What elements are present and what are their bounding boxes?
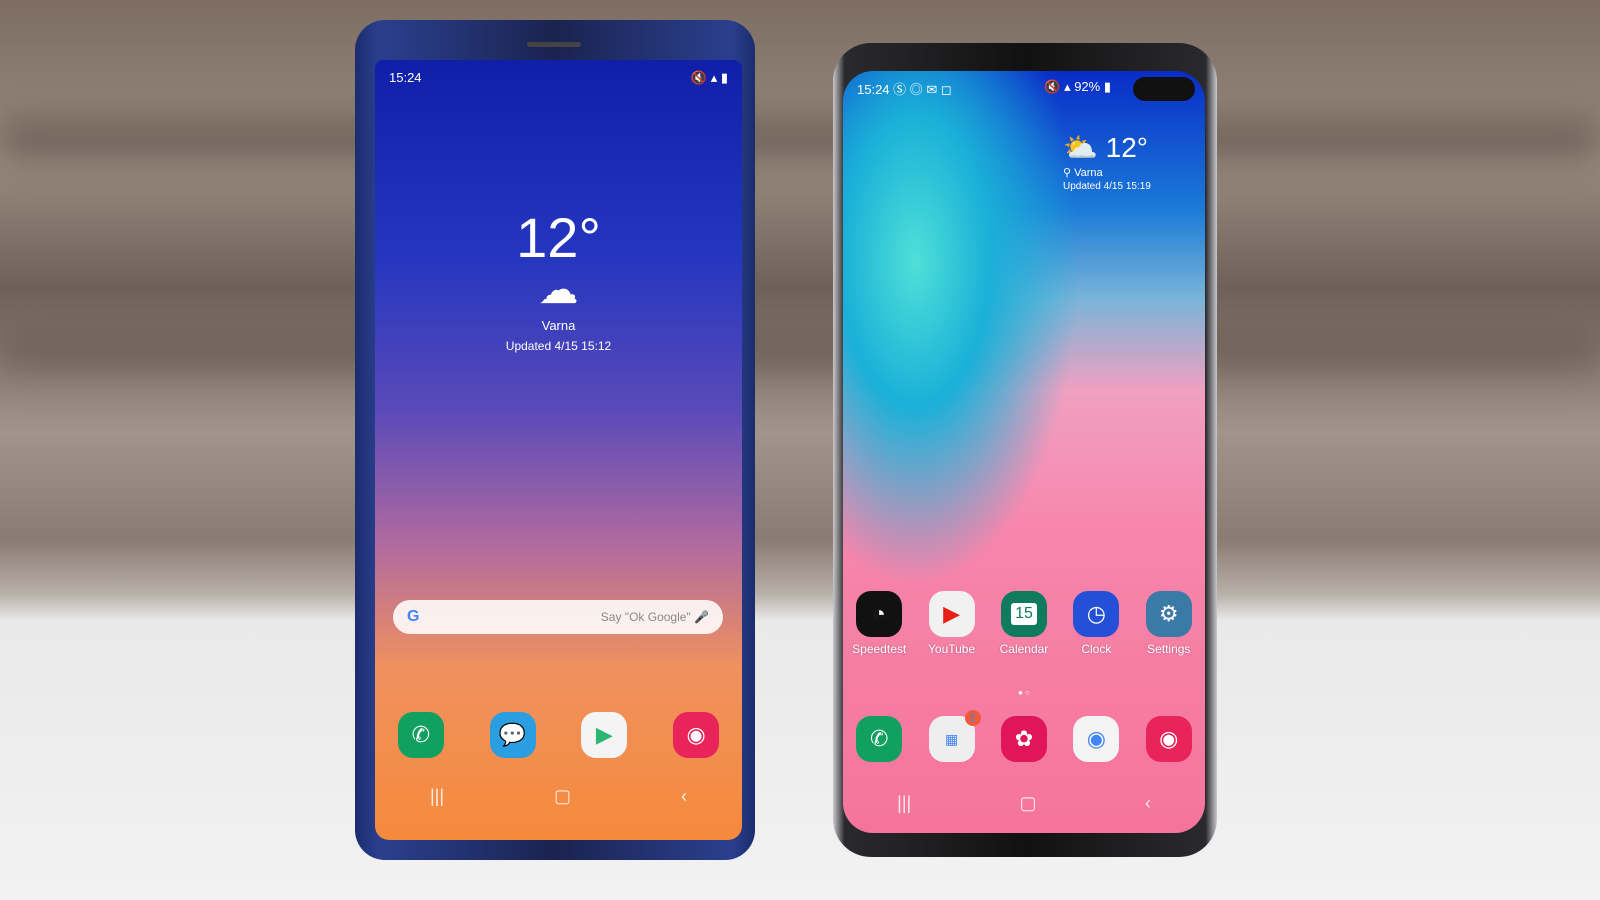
phone-icon[interactable]: ✆	[397, 712, 444, 758]
galaxy-s10-phone: 15:24 Ⓢ ◎ ✉ ◻ 🔇 ▴ 92% ▮ ⛅ 12° ⚲ Varna Up…	[833, 43, 1217, 857]
status-bar: 15:24 🔇 ▴ ▮	[389, 70, 728, 86]
battery-level: 92%	[1074, 79, 1101, 94]
mic-icon[interactable]: 🎤	[694, 610, 709, 624]
nav-bar: ||| ▢ ‹	[843, 793, 1205, 814]
temperature: 12°	[1105, 132, 1148, 163]
app-label: Calendar	[999, 642, 1049, 656]
google-search-bar[interactable]: G Say "Ok Google" 🎤	[393, 600, 723, 634]
punch-hole-camera	[1133, 77, 1195, 101]
clock-icon: ◷	[1073, 591, 1120, 637]
app-settings[interactable]: ⚙ Settings	[1137, 591, 1201, 656]
app-speedtest[interactable]: ◔ Speedtest	[847, 591, 911, 656]
recents-button[interactable]: |||	[430, 786, 444, 807]
google-icon: G	[407, 608, 420, 625]
messages-icon[interactable]: 💬	[489, 712, 536, 758]
weather-widget[interactable]: 12° ☁ Varna Updated 4/15 15:12	[375, 205, 742, 353]
background-wood	[0, 120, 1600, 160]
background-wood	[0, 330, 1600, 370]
gallery-icon[interactable]: ✿	[1000, 716, 1047, 762]
partly-sunny-icon: ⛅	[1063, 132, 1098, 163]
camera-icon[interactable]: ◉	[1145, 716, 1192, 762]
left-phone-screen: 15:24 🔇 ▴ ▮ 12° ☁ Varna Updated 4/15 15:1…	[375, 60, 742, 840]
galaxy-note-phone: 15:24 🔇 ▴ ▮ 12° ☁ Varna Updated 4/15 15:1…	[355, 20, 755, 860]
app-calendar[interactable]: 15 Calendar	[992, 591, 1056, 656]
earpiece	[527, 42, 581, 47]
updated-time: Updated 4/15 15:12	[505, 339, 612, 353]
status-time: 15:24	[857, 82, 890, 97]
calendar-day: 15	[1011, 603, 1037, 625]
home-button[interactable]: ▢	[1020, 793, 1037, 814]
location: Varna	[541, 318, 576, 333]
temperature: 12°	[516, 206, 601, 269]
app-clock[interactable]: ◷ Clock	[1064, 591, 1128, 656]
status-time: 15:24	[389, 70, 422, 85]
home-button[interactable]: ▢	[554, 786, 571, 807]
calendar-icon: 15	[1000, 591, 1047, 637]
updated-time: Updated 4/15 15:19	[1063, 181, 1151, 192]
back-button[interactable]: ‹	[1145, 793, 1151, 814]
gear-icon: ⚙	[1145, 591, 1192, 637]
dock: ✆ ▦ 2 ✿ ◉ ◉	[843, 710, 1205, 762]
notification-icons: Ⓢ ◎ ✉ ◻	[893, 82, 952, 97]
location: Varna	[1074, 167, 1103, 179]
dock: ✆ 💬 ▶ ◉	[375, 712, 742, 758]
phone-icon[interactable]: ✆	[856, 716, 903, 762]
recents-button[interactable]: |||	[897, 793, 911, 814]
notification-badge: 2	[964, 710, 981, 726]
weather-widget[interactable]: ⛅ 12° ⚲ Varna Updated 4/15 15:19	[1063, 131, 1151, 192]
app-label: Clock	[1081, 642, 1112, 656]
app-label: Speedtest	[852, 642, 907, 656]
back-button[interactable]: ‹	[681, 786, 687, 807]
app-label: Settings	[1147, 642, 1191, 656]
search-hint: Say "Ok Google"	[600, 610, 691, 624]
right-phone-screen: 15:24 Ⓢ ◎ ✉ ◻ 🔇 ▴ 92% ▮ ⛅ 12° ⚲ Varna Up…	[843, 71, 1205, 833]
app-grid: ◔ Speedtest ▶ YouTube 15 Calendar ◷ Clock ⚙ S…	[843, 591, 1205, 656]
nav-bar: ||| ▢ ‹	[375, 786, 742, 807]
app-youtube[interactable]: ▶ YouTube	[920, 591, 984, 656]
chrome-icon[interactable]: ◉	[1073, 716, 1120, 762]
speedtest-icon: ◔	[856, 591, 903, 637]
app-label: YouTube	[928, 642, 976, 656]
play-store-icon[interactable]: ▶	[581, 712, 628, 758]
page-indicator: ● ○	[1018, 688, 1030, 697]
camera-icon[interactable]: ◉	[673, 712, 720, 758]
status-icons: 🔇 ▴ ▮	[690, 70, 728, 85]
google-folder-icon[interactable]: ▦ 2	[928, 710, 981, 762]
youtube-icon: ▶	[928, 591, 975, 637]
cloud-icon: ☁	[538, 268, 579, 312]
